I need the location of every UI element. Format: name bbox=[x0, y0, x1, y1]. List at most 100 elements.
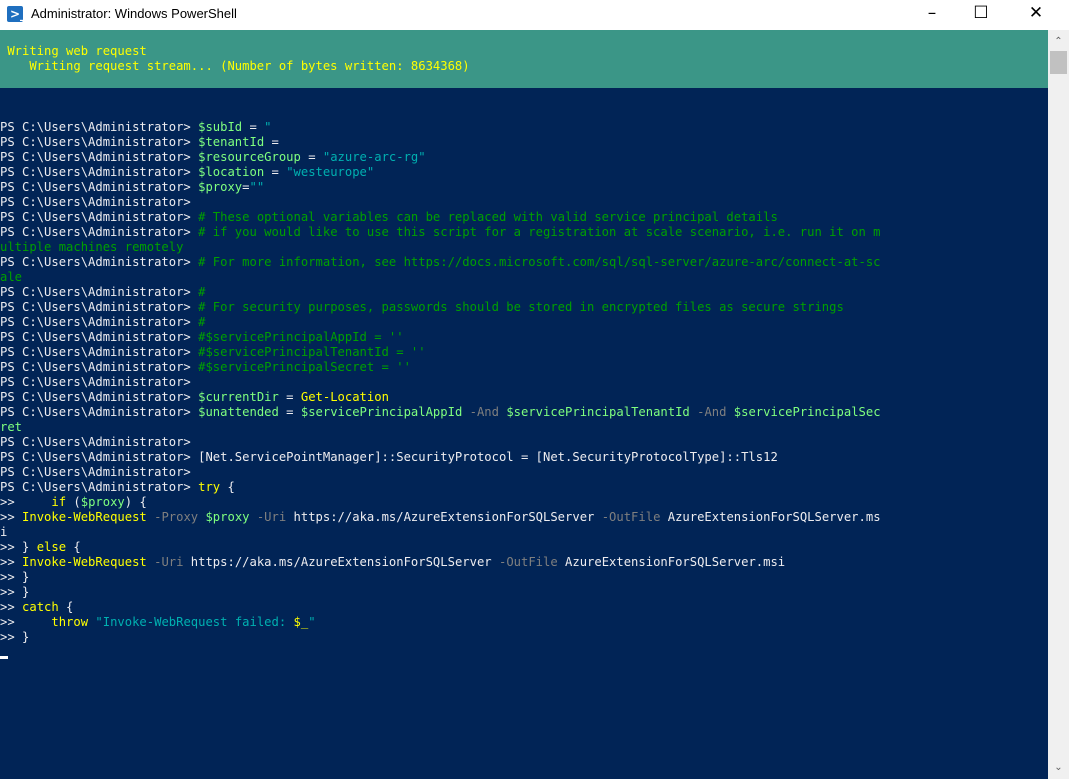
console-text-segment: PS C:\Users\Administrator> bbox=[0, 405, 199, 419]
console-line: PS C:\Users\Administrator> bbox=[0, 435, 191, 450]
console-text-segment: >> bbox=[0, 495, 52, 509]
console-text-segment: try bbox=[198, 480, 221, 494]
console-text-segment: #$servicePrincipalSecret = '' bbox=[198, 360, 411, 374]
console-text-segment: = bbox=[242, 180, 250, 194]
console-line: ultiple machines remotely bbox=[0, 240, 183, 255]
console-output[interactable]: Windows PowerShellCopyright (C) 2016 Mic… bbox=[0, 30, 1048, 779]
console-text-segment: ret bbox=[0, 420, 23, 434]
console-line: PS C:\Users\Administrator> #$servicePrin… bbox=[0, 360, 411, 375]
console-line: PS C:\Users\Administrator> #$servicePrin… bbox=[0, 345, 426, 360]
console-text-segment: PS C:\Users\Administrator> bbox=[0, 120, 199, 134]
console-text-segment: PS C:\Users\Administrator> bbox=[0, 450, 199, 464]
maximize-button[interactable]: ☐ bbox=[958, 0, 1004, 30]
console-line: PS C:\Users\Administrator> # For more in… bbox=[0, 255, 881, 270]
console-text-segment: $servicePrincipalTenantId bbox=[506, 405, 690, 419]
title-bar[interactable]: >_ Administrator: Windows PowerShell – ☐… bbox=[0, 0, 1069, 30]
console-text-segment: $servicePrincipalSec bbox=[733, 405, 881, 419]
console-line: PS C:\Users\Administrator> $resourceGrou… bbox=[0, 150, 426, 165]
console-text-segment: https://aka.ms/AzureExtensionForSQLServe… bbox=[293, 510, 595, 524]
console-text-segment: "Invoke-WebRequest failed: bbox=[95, 615, 294, 629]
console-text-segment: ( bbox=[66, 495, 81, 509]
console-text-segment: #$servicePrincipalAppId = '' bbox=[198, 330, 404, 344]
console-text-segment: "westeurope" bbox=[286, 165, 375, 179]
console-text-segment: >> } bbox=[0, 585, 30, 599]
console-text-segment: >> bbox=[0, 510, 23, 524]
console-line: PS C:\Users\Administrator> # For securit… bbox=[0, 300, 844, 315]
vertical-scrollbar[interactable]: ⌃ ⌄ bbox=[1048, 30, 1069, 779]
console-text-segment: $subId bbox=[198, 120, 243, 134]
console-text-segment: $unattended bbox=[198, 405, 279, 419]
console-text-segment: # These optional variables can be replac… bbox=[198, 210, 778, 224]
console-text-segment: -Uri bbox=[249, 510, 294, 524]
console-text-segment: >> } bbox=[0, 630, 30, 644]
console-text-segment: PS C:\Users\Administrator> bbox=[0, 285, 199, 299]
console-text-segment: = bbox=[242, 120, 265, 134]
console-text-segment: >> } bbox=[0, 570, 30, 584]
console-text-segment: PS C:\Users\Administrator> bbox=[0, 435, 191, 449]
console-text-segment: [Net.ServicePointManager]::SecurityProto… bbox=[198, 450, 778, 464]
console-line: PS C:\Users\Administrator> $subId = " bbox=[0, 120, 272, 135]
console-text-segment: PS C:\Users\Administrator> bbox=[0, 225, 199, 239]
text-cursor bbox=[0, 656, 8, 659]
console-text-segment: PS C:\Users\Administrator> bbox=[0, 210, 199, 224]
console-line: >> catch { bbox=[0, 600, 73, 615]
console-text-segment: AzureExtensionForSQLServer.msi bbox=[565, 555, 786, 569]
console-line: >> } bbox=[0, 630, 29, 645]
console-text-segment: PS C:\Users\Administrator> bbox=[0, 300, 199, 314]
progress-activity: Writing web request bbox=[0, 44, 147, 58]
console-text-segment: ) { bbox=[124, 495, 147, 509]
powershell-icon: >_ bbox=[7, 6, 26, 22]
console-text-segment: AzureExtensionForSQLServer.ms bbox=[667, 510, 881, 524]
console-line: PS C:\Users\Administrator> try { bbox=[0, 480, 235, 495]
console-text-segment: PS C:\Users\Administrator> bbox=[0, 165, 199, 179]
console-text-segment: -And bbox=[462, 405, 507, 419]
console-text-segment: $tenantId bbox=[198, 135, 265, 149]
console-text-segment: >> } bbox=[0, 540, 37, 554]
console-text-segment: PS C:\Users\Administrator> bbox=[0, 150, 199, 164]
progress-banner: Writing web request Writing request stre… bbox=[0, 30, 1048, 88]
chevron-down-icon[interactable]: ⌄ bbox=[1048, 759, 1069, 776]
console-line: PS C:\Users\Administrator> # bbox=[0, 285, 205, 300]
console-text-segment: ale bbox=[0, 270, 23, 284]
console-text-segment: PS C:\Users\Administrator> bbox=[0, 360, 199, 374]
console-text-segment: { bbox=[58, 600, 74, 614]
console-line: >> throw "Invoke-WebRequest failed: $_" bbox=[0, 615, 316, 630]
console-line: >> } bbox=[0, 570, 29, 585]
console-text-segment: = bbox=[264, 165, 287, 179]
console-text-segment: Invoke-WebRequest bbox=[22, 555, 147, 569]
console-text-segment: Invoke-WebRequest bbox=[22, 510, 147, 524]
console-line: >> if ($proxy) { bbox=[0, 495, 147, 510]
console-text-segment: $_ bbox=[293, 615, 309, 629]
console-text-segment: PS C:\Users\Administrator> bbox=[0, 195, 191, 209]
console-text-segment: https://aka.ms/AzureExtensionForSQLServe… bbox=[190, 555, 492, 569]
console-text-segment: $proxy bbox=[205, 510, 250, 524]
console-text-segment: Get-Location bbox=[300, 390, 389, 404]
console-text-segment: # if you would like to use this script f… bbox=[198, 225, 881, 239]
console-line: PS C:\Users\Administrator> $proxy="" bbox=[0, 180, 264, 195]
console-text-segment: # For security purposes, passwords shoul… bbox=[198, 300, 844, 314]
minimize-button[interactable]: – bbox=[909, 0, 955, 30]
console-line: PS C:\Users\Administrator> #$servicePrin… bbox=[0, 330, 404, 345]
console-line: PS C:\Users\Administrator> bbox=[0, 375, 191, 390]
scrollbar-thumb[interactable] bbox=[1050, 51, 1067, 74]
console-text-segment: # bbox=[198, 285, 206, 299]
console-line: PS C:\Users\Administrator> # if you woul… bbox=[0, 225, 881, 240]
console-text-segment: " bbox=[308, 615, 316, 629]
console-text-segment: >> bbox=[0, 615, 52, 629]
console-line: PS C:\Users\Administrator> # These optio… bbox=[0, 210, 778, 225]
console-text-segment: PS C:\Users\Administrator> bbox=[0, 135, 199, 149]
console-line: ret bbox=[0, 420, 22, 435]
console-text-segment: PS C:\Users\Administrator> bbox=[0, 255, 199, 269]
console-text-segment: i bbox=[0, 525, 8, 539]
console-text-segment: ultiple machines remotely bbox=[0, 240, 184, 254]
chevron-up-icon[interactable]: ⌃ bbox=[1048, 33, 1069, 50]
close-button[interactable]: ✕ bbox=[1013, 0, 1059, 30]
console-text-segment: PS C:\Users\Administrator> bbox=[0, 345, 199, 359]
console-text-segment: catch bbox=[22, 600, 59, 614]
console-text-segment: = bbox=[278, 405, 301, 419]
console-text-segment: -Proxy bbox=[146, 510, 206, 524]
console-text-segment: { bbox=[66, 540, 81, 554]
console-line: PS C:\Users\Administrator> [Net.ServiceP… bbox=[0, 450, 778, 465]
console-line: >> } bbox=[0, 585, 29, 600]
console-text-segment: # For more information, see https://docs… bbox=[198, 255, 881, 269]
